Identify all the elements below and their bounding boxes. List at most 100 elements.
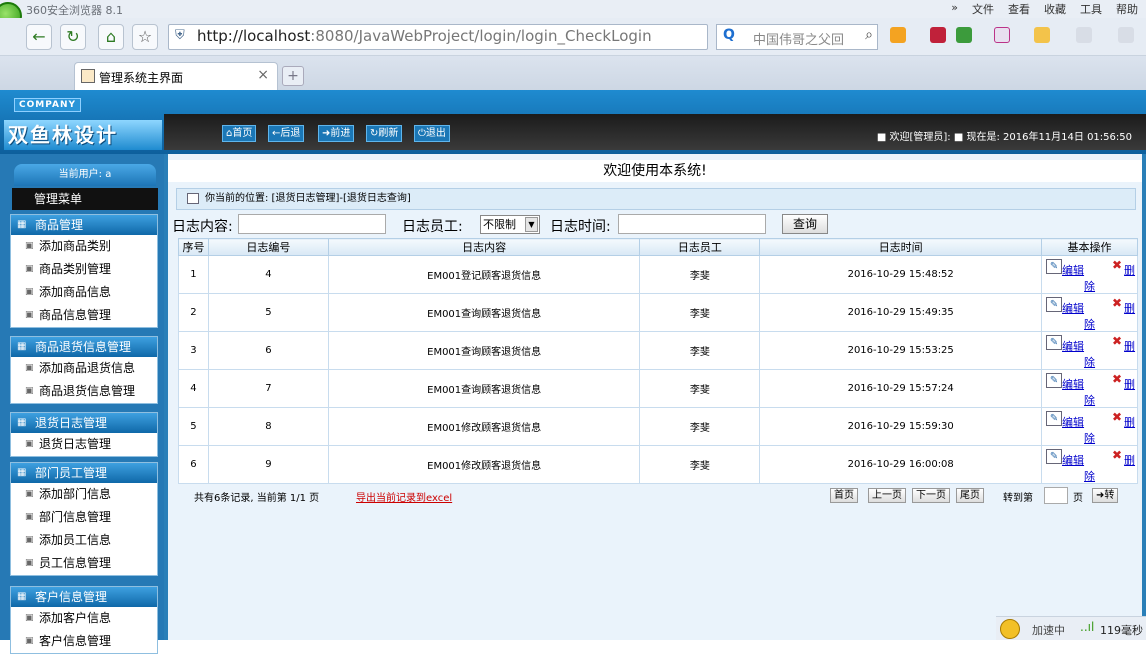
- menu-item-add-category[interactable]: 添加商品类别: [11, 235, 157, 258]
- menu-item-return-log-manage[interactable]: 退货日志管理: [11, 433, 157, 456]
- employee-select[interactable]: 不限制 ▼: [480, 215, 540, 234]
- edit-icon[interactable]: ✎: [1046, 335, 1063, 350]
- new-tab-button[interactable]: +: [282, 66, 304, 86]
- next-page-button[interactable]: 下一页: [912, 488, 950, 503]
- extension-icon[interactable]: [930, 27, 946, 43]
- employee-label: 日志员工:: [402, 219, 463, 235]
- edit-link[interactable]: 编辑: [1062, 338, 1084, 354]
- menu-item-category-manage[interactable]: 商品类别管理: [11, 258, 157, 281]
- url-text[interactable]: http://localhost:8080/JavaWebProject/log…: [197, 27, 652, 45]
- delete-icon[interactable]: ✖: [1112, 258, 1122, 272]
- group-header[interactable]: 商品退货信息管理: [11, 337, 157, 357]
- edit-link[interactable]: 编辑: [1062, 452, 1084, 468]
- logout-button[interactable]: ⏻退出: [414, 125, 450, 142]
- edit-icon[interactable]: ✎: [1046, 297, 1063, 312]
- query-button[interactable]: 查询: [782, 214, 828, 234]
- menu-item-add-return[interactable]: 添加商品退货信息: [11, 357, 157, 380]
- last-page-button[interactable]: 尾页: [956, 488, 984, 503]
- home-icon[interactable]: ⌂: [98, 24, 124, 50]
- edit-link[interactable]: 编辑: [1062, 376, 1084, 392]
- magnifier-icon[interactable]: ⌕: [865, 27, 873, 43]
- adblock-icon[interactable]: [994, 27, 1010, 43]
- tab-main[interactable]: 管理系统主界面 ×: [74, 62, 278, 90]
- menu-item-customer-manage[interactable]: 客户信息管理: [11, 630, 157, 653]
- mail-icon[interactable]: [1076, 27, 1092, 43]
- forward-button[interactable]: ➜前进: [318, 125, 355, 142]
- delete-link-tail[interactable]: 除: [1084, 430, 1095, 446]
- menu-more[interactable]: »: [951, 1, 958, 17]
- dropdown-arrow-icon[interactable]: ▼: [525, 217, 538, 232]
- star-icon[interactable]: ☆: [132, 24, 158, 50]
- export-excel-link[interactable]: 导出当前记录到excel: [356, 489, 452, 504]
- menu-tools[interactable]: 工具: [1080, 1, 1102, 17]
- col-log-content: 日志内容: [327, 238, 641, 256]
- cell-log-id: 4: [207, 255, 329, 294]
- delete-icon[interactable]: ✖: [1112, 334, 1122, 348]
- edit-icon[interactable]: ✎: [1046, 373, 1063, 388]
- content-input[interactable]: [238, 214, 386, 234]
- menu-item-add-customer[interactable]: 添加客户信息: [11, 607, 157, 630]
- search-box[interactable]: Q 中国伟哥之父回 ⌕: [716, 24, 878, 50]
- group-header[interactable]: 客户信息管理: [11, 587, 157, 607]
- go-button[interactable]: ➜转: [1092, 488, 1119, 503]
- menu-file[interactable]: 文件: [972, 1, 994, 17]
- menu-help[interactable]: 帮助: [1116, 1, 1138, 17]
- delete-link[interactable]: 删: [1124, 452, 1135, 468]
- group-header[interactable]: 退货日志管理: [11, 413, 157, 433]
- delete-link-tail[interactable]: 除: [1084, 316, 1095, 332]
- security-icon[interactable]: [956, 27, 972, 43]
- delete-link[interactable]: 删: [1124, 300, 1135, 316]
- page-number-input[interactable]: [1044, 487, 1068, 504]
- group-header[interactable]: 部门员工管理: [11, 463, 157, 483]
- cell-log-employee: 李斐: [639, 407, 761, 446]
- folder-icon[interactable]: [1034, 27, 1050, 43]
- delete-link[interactable]: 删: [1124, 414, 1135, 430]
- delete-icon[interactable]: ✖: [1112, 448, 1122, 462]
- first-page-button[interactable]: 首页: [830, 488, 858, 503]
- delete-link-tail[interactable]: 除: [1084, 278, 1095, 294]
- edit-icon[interactable]: ✎: [1046, 449, 1063, 464]
- menu-favorites[interactable]: 收藏: [1044, 1, 1066, 17]
- delete-link[interactable]: 删: [1124, 376, 1135, 392]
- back-button[interactable]: ←后退: [268, 125, 305, 142]
- back-arrow-icon[interactable]: ←: [26, 24, 52, 50]
- menu-item-add-product[interactable]: 添加商品信息: [11, 281, 157, 304]
- menu-item-department-manage[interactable]: 部门信息管理: [11, 506, 157, 529]
- menu-view[interactable]: 查看: [1008, 1, 1030, 17]
- prev-page-button[interactable]: 上一页: [868, 488, 906, 503]
- home-button[interactable]: ⌂首页: [222, 125, 257, 142]
- menu-item-product-manage[interactable]: 商品信息管理: [11, 304, 157, 327]
- close-tab-icon[interactable]: ×: [257, 67, 269, 83]
- apps-icon[interactable]: [890, 27, 906, 43]
- zoom-icon[interactable]: [1118, 27, 1134, 43]
- delete-link-tail[interactable]: 除: [1084, 354, 1095, 370]
- delete-link[interactable]: 删: [1124, 338, 1135, 354]
- edit-icon[interactable]: ✎: [1046, 411, 1063, 426]
- filter-bar: 日志内容: 日志员工: 不限制 ▼ 日志时间: 查询: [172, 212, 1132, 238]
- delete-icon[interactable]: ✖: [1112, 296, 1122, 310]
- search-placeholder[interactable]: 中国伟哥之父回: [753, 29, 844, 48]
- edit-link[interactable]: 编辑: [1062, 262, 1084, 278]
- edit-link[interactable]: 编辑: [1062, 414, 1084, 430]
- edit-icon[interactable]: ✎: [1046, 259, 1063, 274]
- menu-item-add-employee[interactable]: 添加员工信息: [11, 529, 157, 552]
- address-bar[interactable]: ⛨ http://localhost:8080/JavaWebProject/l…: [168, 24, 708, 50]
- menu-item-return-manage[interactable]: 商品退货信息管理: [11, 380, 157, 403]
- delete-link-tail[interactable]: 除: [1084, 392, 1095, 408]
- group-header[interactable]: 商品管理: [11, 215, 157, 235]
- latency-text: 119毫秒: [1100, 624, 1143, 637]
- refresh-icon[interactable]: ↻: [60, 24, 86, 50]
- cell-log-time: 2016-10-29 15:53:25: [759, 331, 1043, 370]
- accelerator-icon[interactable]: [1000, 619, 1020, 639]
- delete-link-tail[interactable]: 除: [1084, 468, 1095, 484]
- edit-link[interactable]: 编辑: [1062, 300, 1084, 316]
- menu-item-add-department[interactable]: 添加部门信息: [11, 483, 157, 506]
- delete-icon[interactable]: ✖: [1112, 410, 1122, 424]
- refresh-button[interactable]: ↻刷新: [366, 125, 403, 142]
- delete-link[interactable]: 删: [1124, 262, 1135, 278]
- tab-title[interactable]: 管理系统主界面: [99, 69, 183, 86]
- search-engine-icon[interactable]: Q: [723, 27, 735, 43]
- time-input[interactable]: [618, 214, 766, 234]
- menu-item-employee-manage[interactable]: 员工信息管理: [11, 552, 157, 575]
- delete-icon[interactable]: ✖: [1112, 372, 1122, 386]
